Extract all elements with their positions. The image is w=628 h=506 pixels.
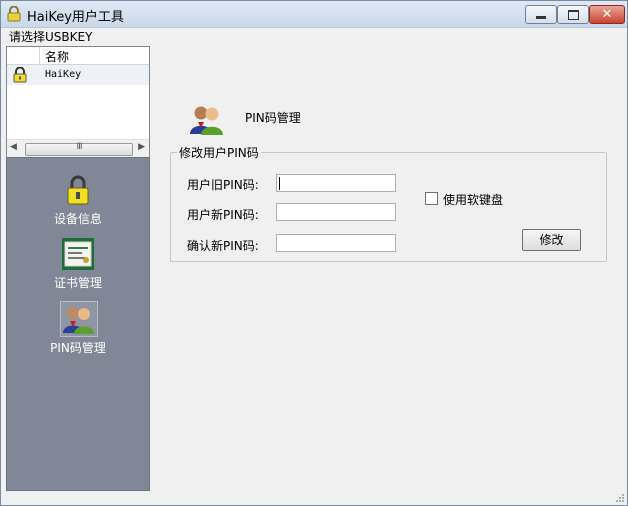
title-bar[interactable]: HaiKey用户工具 ✕	[1, 1, 627, 28]
minimize-button[interactable]	[525, 5, 557, 24]
scroll-thumb[interactable]: III	[25, 142, 133, 156]
select-usbkey-label: 请选择USBKEY	[9, 30, 93, 44]
lock-icon	[13, 67, 27, 83]
new-pin-field[interactable]	[276, 203, 396, 221]
soft-keyboard-checkbox[interactable]	[425, 192, 438, 205]
old-pin-label: 用户旧PIN码:	[187, 178, 259, 192]
users-icon	[63, 307, 94, 334]
device-list-header: 名称	[7, 47, 149, 65]
nav-item-pin-management[interactable]: PIN码管理	[7, 301, 149, 357]
close-icon: ✕	[601, 7, 613, 22]
lock-icon	[7, 6, 21, 22]
list-item[interactable]: HaiKey	[7, 65, 149, 85]
nav-label: 设备信息	[53, 212, 102, 226]
lock-icon	[67, 175, 89, 205]
confirm-pin-label: 确认新PIN码:	[187, 239, 259, 253]
resize-grip-icon[interactable]	[615, 493, 625, 503]
certificate-icon	[62, 238, 94, 270]
device-name: HaiKey	[45, 69, 82, 80]
old-pin-field[interactable]	[276, 174, 396, 192]
horizontal-scrollbar[interactable]: ◀ III ▶	[7, 139, 149, 157]
close-button[interactable]: ✕	[589, 5, 625, 24]
navigation-panel: 设备信息 证书管理 PIN码管理	[6, 157, 150, 491]
minimize-icon	[536, 16, 546, 19]
window-title: HaiKey用户工具	[27, 10, 124, 25]
confirm-pin-field[interactable]	[276, 234, 396, 252]
maximize-button[interactable]	[557, 5, 589, 24]
soft-keyboard-label[interactable]: 使用软键盘	[443, 191, 503, 208]
page-title: PIN码管理	[245, 111, 301, 125]
icon-column-header[interactable]	[7, 47, 40, 64]
app-window: HaiKey用户工具 ✕ 请选择USBKEY 名称 HaiKey ◀ III ▶	[0, 0, 628, 506]
scroll-right-icon[interactable]: ▶	[138, 142, 145, 152]
text-caret	[279, 177, 280, 190]
nav-item-device-info[interactable]: 设备信息	[7, 175, 149, 227]
nav-label: PIN码管理	[50, 341, 106, 355]
users-icon	[190, 106, 223, 135]
maximize-icon	[568, 10, 579, 20]
device-list[interactable]: 名称 HaiKey ◀ III ▶	[6, 46, 150, 157]
modify-button[interactable]: 修改	[522, 229, 581, 251]
group-title: 修改用户PIN码	[177, 144, 261, 161]
nav-label: 证书管理	[53, 276, 102, 290]
scroll-grip: III	[76, 142, 83, 152]
scroll-left-icon[interactable]: ◀	[10, 142, 17, 152]
nav-item-cert-management[interactable]: 证书管理	[7, 238, 149, 290]
name-column-header[interactable]: 名称	[45, 48, 69, 65]
new-pin-label: 用户新PIN码:	[187, 208, 259, 222]
